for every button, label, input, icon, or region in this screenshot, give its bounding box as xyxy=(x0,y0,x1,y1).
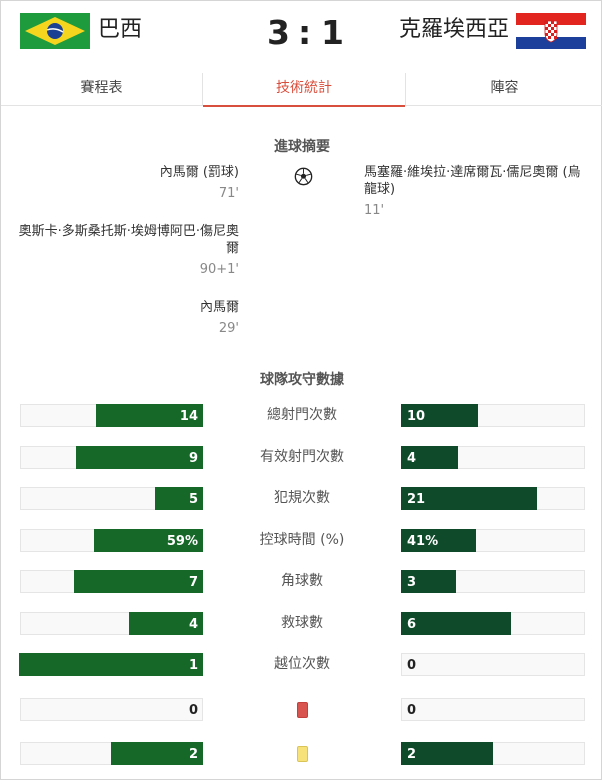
home-stat-bar-track: 14 xyxy=(20,404,203,427)
away-stat-bar xyxy=(401,612,511,635)
stat-label: 角球數 xyxy=(281,573,323,589)
home-stat-value: 7 xyxy=(188,575,198,590)
goal-player: 奧斯卡·多斯桑托斯·埃姆博阿巴·傷尼奧爾 xyxy=(18,224,239,256)
home-stat-value: 5 xyxy=(188,492,198,507)
goal-player: 內馬爾 xyxy=(199,300,239,315)
away-stat-bar-track: 0 xyxy=(401,698,585,721)
home-stat-bar-track: 1 xyxy=(19,653,203,676)
away-stat-bar-track: 41% xyxy=(401,529,585,552)
away-stat-bar-track: 4 xyxy=(401,446,585,469)
home-goal-1: 內馬爾 (罰球) 71' xyxy=(19,164,239,202)
away-goal-1: 馬塞羅·維埃拉·達席爾瓦·儒尼奧爾 (烏龍球) 11' xyxy=(364,164,586,219)
score-separator: : xyxy=(298,13,312,52)
home-stat-bar xyxy=(76,446,203,469)
away-score: 1 xyxy=(321,13,344,52)
goals-title: 進球摘要 xyxy=(274,139,330,155)
away-stat-value: 6 xyxy=(407,617,417,632)
away-stat-bar-track: 0 xyxy=(401,653,585,676)
stat-label: 越位次數 xyxy=(274,656,330,672)
goal-minute: 90+1' xyxy=(199,262,239,277)
away-stat-bar-track: 10 xyxy=(401,404,585,427)
home-stat-bar-track: 4 xyxy=(20,612,203,635)
home-stat-value: 4 xyxy=(188,617,198,632)
stat-label: 有效射門次數 xyxy=(260,449,344,465)
home-stat-bar xyxy=(19,653,203,676)
goal-minute: 71' xyxy=(218,186,239,201)
away-stat-value: 0 xyxy=(407,658,417,673)
away-stat-bar-track: 21 xyxy=(401,487,585,510)
home-stat-bar-track: 0 xyxy=(20,698,203,721)
home-team-name[interactable]: 巴西 xyxy=(98,15,142,45)
red-card-icon xyxy=(297,702,308,718)
stat-label: 總射門次數 xyxy=(267,407,337,423)
away-stat-value: 41% xyxy=(407,534,439,549)
home-stat-bar-track: 7 xyxy=(20,570,203,593)
home-stat-bar-track: 5 xyxy=(20,487,203,510)
home-stat-bar-track: 2 xyxy=(20,742,203,765)
yellow-card-icon xyxy=(297,746,308,762)
home-goal-2: 奧斯卡·多斯桑托斯·埃姆博阿巴·傷尼奧爾 90+1' xyxy=(17,223,239,278)
away-stat-bar-track: 2 xyxy=(401,742,585,765)
away-stat-bar-track: 6 xyxy=(401,612,585,635)
home-stat-bar-track: 59% xyxy=(20,529,203,552)
home-stat-value: 59% xyxy=(166,534,198,549)
away-stat-value: 4 xyxy=(407,451,417,466)
home-stat-value: 0 xyxy=(188,703,198,718)
match-header: 巴西 3 : 1 克羅埃西亞 xyxy=(1,1,602,65)
stat-label: 救球數 xyxy=(281,615,323,631)
home-stat-value: 9 xyxy=(188,451,198,466)
away-stat-value: 0 xyxy=(407,703,417,718)
home-stat-value: 2 xyxy=(188,747,198,762)
home-stat-bar-track: 9 xyxy=(20,446,203,469)
stat-label: 控球時間 (%) xyxy=(259,532,345,548)
away-stat-bar-track: 3 xyxy=(401,570,585,593)
away-team-name[interactable]: 克羅埃西亞 xyxy=(399,15,509,45)
home-stat-value: 14 xyxy=(179,409,198,424)
goal-player: 內馬爾 (罰球) xyxy=(159,165,239,180)
goal-minute: 29' xyxy=(218,321,239,336)
away-stat-value: 10 xyxy=(407,409,426,424)
home-stat-bar xyxy=(74,570,203,593)
home-stat-value: 1 xyxy=(188,658,198,673)
croatia-flag-icon xyxy=(516,13,586,49)
tab-stats[interactable]: 技術統計 xyxy=(202,73,406,107)
tab-bar: 賽程表 技術統計 陣容 xyxy=(1,73,602,107)
away-stat-value: 21 xyxy=(407,492,426,507)
away-stat-value: 3 xyxy=(407,575,417,590)
brazil-flag-icon xyxy=(20,13,90,49)
home-goal-3: 內馬爾 29' xyxy=(19,299,239,337)
away-stat-value: 2 xyxy=(407,747,417,762)
stat-label: 犯規次數 xyxy=(274,490,330,506)
tab-lineup[interactable]: 陣容 xyxy=(406,73,602,106)
tab-schedule[interactable]: 賽程表 xyxy=(1,73,202,106)
match-panel: 巴西 3 : 1 克羅埃西亞 賽程表 技術統計 陣容 進球摘要 內馬爾 (罰球)… xyxy=(0,0,602,780)
soccer-ball-icon xyxy=(294,167,313,186)
home-score: 3 xyxy=(267,13,290,52)
goal-minute: 11' xyxy=(364,203,385,218)
stats-title: 球隊攻守數據 xyxy=(260,372,344,388)
goal-player: 馬塞羅·維埃拉·達席爾瓦·儒尼奧爾 (烏龍球) xyxy=(364,165,581,197)
